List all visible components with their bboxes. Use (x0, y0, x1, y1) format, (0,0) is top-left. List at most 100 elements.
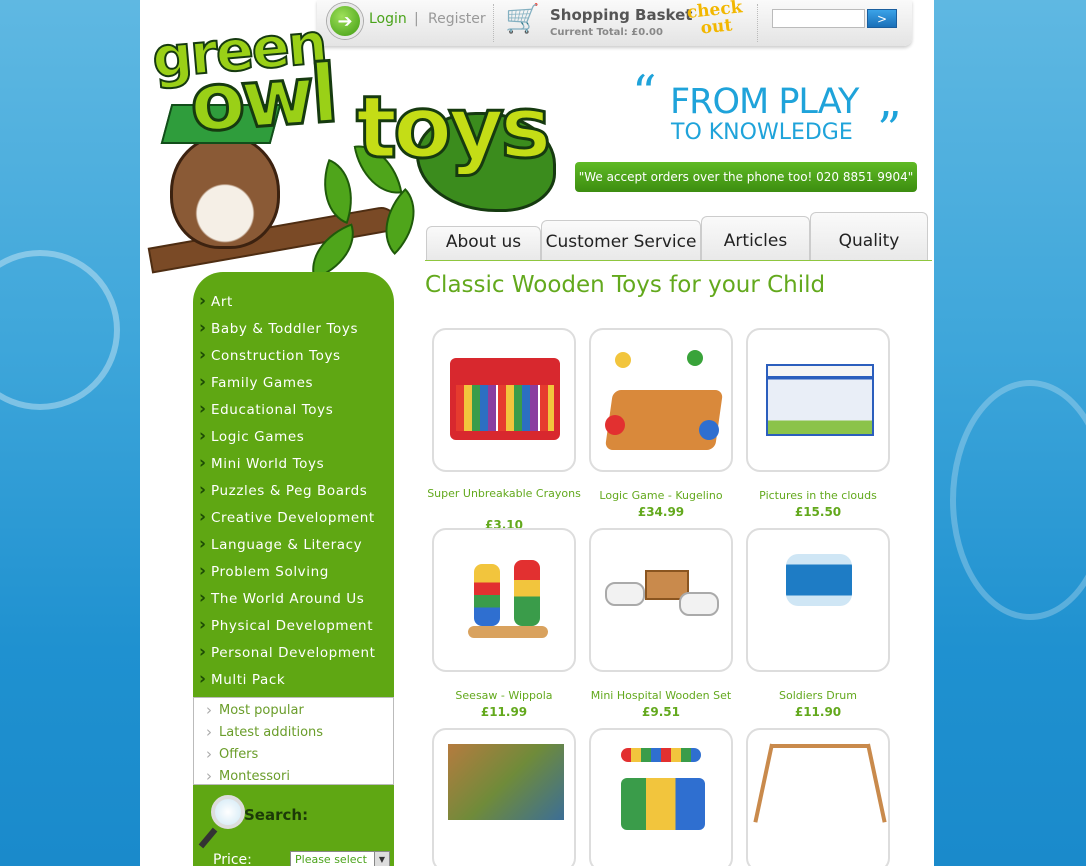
magnifier-icon (211, 795, 245, 829)
product-card[interactable]: Mini Hospital Wooden Set £9.51 (589, 528, 733, 719)
product-image[interactable] (589, 328, 733, 472)
product-image[interactable] (432, 528, 576, 672)
category-mini-world[interactable]: Mini World Toys (193, 453, 394, 483)
product-card[interactable]: Super Unbreakable Crayons £3.10 (427, 328, 581, 528)
category-sidebar: Art Baby & Toddler Toys Construction Toy… (193, 272, 394, 697)
page-title: Classic Wooden Toys for your Child (425, 272, 826, 298)
search-go-button[interactable]: > (867, 9, 897, 28)
logo-word-toys: toys (354, 77, 552, 180)
category-multi-pack[interactable]: Multi Pack (193, 669, 394, 699)
background-swirl (0, 250, 120, 410)
quick-links: Most popular Latest additions Offers Mon… (193, 697, 394, 785)
page-container: ➔ Login | Register 🛒 Shopping Basket Cur… (140, 0, 934, 866)
product-card[interactable]: Seesaw - Wippola £11.99 (432, 528, 576, 719)
price-select[interactable]: Please select ▼ (290, 851, 390, 866)
product-name[interactable]: Soldiers Drum (736, 688, 900, 704)
product-card[interactable]: Pictures in the clouds £15.50 (746, 328, 890, 519)
product-image[interactable] (746, 328, 890, 472)
tab-customer-service[interactable]: Customer Service (541, 220, 701, 260)
soft-book-image (621, 778, 705, 830)
product-price: £11.99 (480, 705, 528, 719)
crayons-graphic (456, 385, 554, 431)
category-list: Art Baby & Toddler Toys Construction Toy… (193, 272, 394, 699)
figure-right (514, 560, 540, 626)
category-language[interactable]: Language & Literacy (193, 534, 394, 564)
product-name[interactable]: Seesaw - Wippola (422, 688, 586, 704)
category-physical[interactable]: Physical Development (193, 615, 394, 645)
category-personal[interactable]: Personal Development (193, 642, 394, 672)
bead-chain (621, 748, 701, 762)
product-price: £11.90 (794, 705, 842, 719)
quote-open-icon: “ (632, 65, 657, 121)
search-heading: Search: (244, 806, 309, 824)
owl-mascot (170, 134, 280, 249)
ball-green (687, 350, 703, 366)
category-creative[interactable]: Creative Development (193, 507, 394, 537)
product-price: £9.51 (642, 705, 680, 719)
link-most-popular[interactable]: Most popular (194, 701, 393, 725)
product-image[interactable] (746, 728, 890, 866)
category-family-games[interactable]: Family Games (193, 372, 394, 402)
quote-close-icon: ” (877, 102, 902, 158)
dinosaur-puzzle-image (448, 744, 564, 820)
slogan-line2: TO KNOWLEDGE (671, 120, 853, 145)
product-price: £15.50 (794, 505, 842, 519)
ball-yellow (615, 352, 631, 368)
ambulance-car (605, 582, 645, 606)
product-name[interactable]: Logic Game - Kugelino (579, 488, 743, 504)
product-name[interactable]: Mini Hospital Wooden Set (579, 688, 743, 704)
category-educational[interactable]: Educational Toys (193, 399, 394, 429)
tab-about-us[interactable]: About us (426, 226, 541, 260)
search-input[interactable] (772, 9, 865, 28)
product-name[interactable]: Pictures in the clouds (736, 488, 900, 504)
product-card[interactable]: Soldiers Drum £11.90 (746, 528, 890, 719)
baby-gym-leg (753, 743, 774, 823)
product-price: £34.99 (637, 505, 685, 519)
product-image[interactable] (432, 728, 576, 866)
product-card[interactable] (432, 728, 576, 866)
slogan-line1: FROM PLAY (670, 82, 859, 122)
product-card[interactable]: Logic Game - Kugelino £34.99 (589, 328, 733, 519)
ambulance-car (679, 592, 719, 616)
basket-title[interactable]: Shopping Basket (550, 6, 692, 24)
tab-underline (425, 260, 932, 261)
seesaw-base (468, 626, 548, 638)
basket-total: Current Total: £0.00 (550, 27, 663, 38)
price-select-value: Please select (295, 853, 367, 866)
category-construction[interactable]: Construction Toys (193, 345, 394, 375)
category-world-around[interactable]: The World Around Us (193, 588, 394, 618)
price-label: Price: (213, 852, 252, 866)
tab-quality[interactable]: Quality (810, 212, 928, 260)
link-latest-additions[interactable]: Latest additions (194, 723, 393, 747)
product-image[interactable] (589, 528, 733, 672)
drum-graphic (786, 554, 852, 606)
baby-gym-leg (866, 743, 887, 823)
product-name[interactable]: Super Unbreakable Crayons (422, 486, 586, 502)
tab-articles[interactable]: Articles (701, 216, 810, 260)
link-offers[interactable]: Offers (194, 745, 393, 769)
logo-word-owl: owl (185, 46, 338, 152)
category-art[interactable]: Art (193, 291, 394, 321)
ball-blue (699, 420, 719, 440)
category-problem-solving[interactable]: Problem Solving (193, 561, 394, 591)
category-baby-toddler[interactable]: Baby & Toddler Toys (193, 318, 394, 348)
product-price: £3.10 (485, 518, 523, 528)
product-search-panel: Search: Price: Please select ▼ (193, 785, 394, 866)
baby-gym-frame (770, 744, 870, 748)
game-box-image (766, 364, 874, 436)
product-card[interactable] (589, 728, 733, 866)
magnifier-handle (198, 827, 218, 849)
product-image[interactable] (589, 728, 733, 866)
product-image[interactable] (432, 328, 576, 472)
category-puzzles[interactable]: Puzzles & Peg Boards (193, 480, 394, 510)
figure-left (474, 564, 500, 626)
phone-banner: "We accept orders over the phone too! 02… (575, 162, 917, 192)
chevron-down-icon[interactable]: ▼ (374, 852, 389, 866)
product-image[interactable] (746, 528, 890, 672)
background-swirl (950, 380, 1086, 620)
category-logic-games[interactable]: Logic Games (193, 426, 394, 456)
divider (757, 4, 758, 42)
product-card[interactable] (746, 728, 890, 866)
checkout-button[interactable]: check out (686, 0, 746, 47)
ball-red (605, 415, 625, 435)
